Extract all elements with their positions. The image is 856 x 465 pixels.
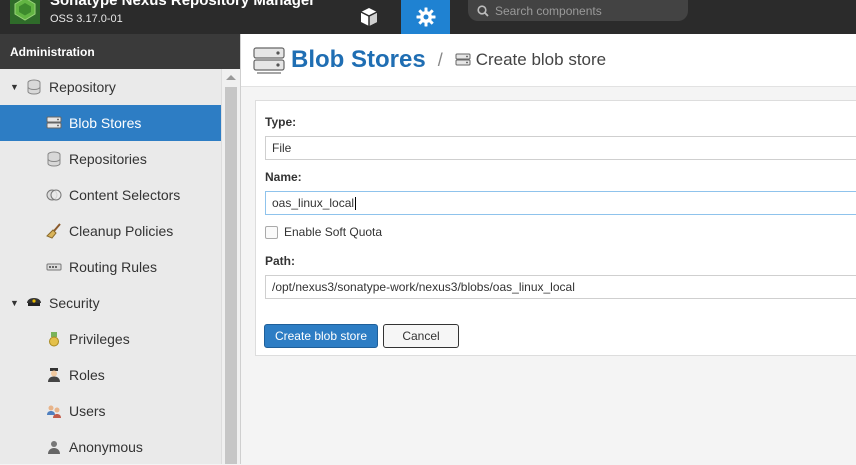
caret-down-icon[interactable]: ▼ xyxy=(10,298,20,308)
blob-store-icon xyxy=(253,46,285,74)
breadcrumb: Blob Stores / Create blob store xyxy=(241,34,856,87)
create-blob-store-form: Type: File Name: oas_linux_local Enable … xyxy=(255,100,856,356)
users-icon xyxy=(46,403,62,419)
sidebar-item-cleanup-policies[interactable]: Cleanup Policies xyxy=(0,213,221,249)
sidebar-item-label: Repository xyxy=(49,79,116,95)
administration-button[interactable] xyxy=(401,0,450,34)
blob-store-icon xyxy=(46,115,62,131)
role-icon xyxy=(46,367,62,383)
caret-down-icon[interactable]: ▼ xyxy=(10,82,20,92)
sidebar-item-label: Blob Stores xyxy=(69,115,142,131)
cancel-button[interactable]: Cancel xyxy=(383,324,459,348)
database-icon xyxy=(46,151,62,167)
app-version: OSS 3.17.0-01 xyxy=(50,13,123,25)
sidebar-scrollbar[interactable] xyxy=(221,69,240,464)
sidebar-item-security[interactable]: ▼ Security xyxy=(0,285,221,321)
sidebar-item-anonymous[interactable]: Anonymous xyxy=(0,429,221,465)
sidebar-item-label: Cleanup Policies xyxy=(69,223,174,239)
browse-button[interactable] xyxy=(352,0,386,34)
scrollbar-thumb[interactable] xyxy=(225,87,237,464)
page-subtitle: Create blob store xyxy=(475,50,607,69)
text-cursor xyxy=(355,196,357,210)
medal-icon xyxy=(46,331,62,347)
sidebar-item-repository[interactable]: ▼ Repository xyxy=(0,69,221,105)
create-blob-store-button[interactable]: Create blob store xyxy=(264,324,378,348)
sidebar-item-roles[interactable]: Roles xyxy=(0,357,221,393)
database-icon xyxy=(26,79,42,95)
soft-quota-label[interactable]: Enable Soft Quota xyxy=(284,225,382,239)
cube-icon xyxy=(360,8,378,26)
broom-icon xyxy=(46,223,62,239)
blob-store-icon xyxy=(455,52,471,68)
path-value: /opt/nexus3/sonatype-work/nexus3/blobs/o… xyxy=(272,280,575,294)
sidebar-item-label: Routing Rules xyxy=(69,259,157,275)
sidebar-heading: Administration xyxy=(0,34,240,69)
routing-icon xyxy=(46,259,62,275)
path-label: Path: xyxy=(265,254,295,268)
sidebar-item-routing-rules[interactable]: Routing Rules xyxy=(0,249,221,285)
name-input[interactable]: oas_linux_local xyxy=(265,191,856,215)
app-title: Sonatype Nexus Repository Manager xyxy=(50,0,316,9)
sidebar-item-label: Roles xyxy=(69,367,105,383)
page-title[interactable]: Blob Stores xyxy=(291,46,426,74)
search-icon xyxy=(477,4,489,17)
sidebar-item-content-selectors[interactable]: Content Selectors xyxy=(0,177,221,213)
type-select[interactable]: File xyxy=(265,136,856,160)
top-header: Sonatype Nexus Repository Manager OSS 3.… xyxy=(0,0,856,34)
sidebar-item-repositories[interactable]: Repositories xyxy=(0,141,221,177)
scroll-up-arrow-icon[interactable] xyxy=(226,75,236,80)
sidebar-item-label: Security xyxy=(49,295,100,311)
police-hat-icon xyxy=(26,295,42,311)
sidebar-item-users[interactable]: Users xyxy=(0,393,221,429)
path-input[interactable]: /opt/nexus3/sonatype-work/nexus3/blobs/o… xyxy=(265,275,856,299)
sidebar-item-label: Users xyxy=(69,403,106,419)
sidebar-item-label: Content Selectors xyxy=(69,187,181,203)
sidebar-nav: ▼ Repository Blob Stores Repositories Co… xyxy=(0,69,221,465)
type-value: File xyxy=(272,141,292,155)
name-value: oas_linux_local xyxy=(272,196,355,210)
breadcrumb-separator: / xyxy=(437,49,443,70)
sidebar-item-label: Anonymous xyxy=(69,439,143,455)
content-selector-icon xyxy=(46,187,62,203)
gear-icon xyxy=(416,7,435,27)
sidebar-item-label: Repositories xyxy=(69,151,147,167)
search-box[interactable] xyxy=(468,0,688,21)
sidebar-item-label: Privileges xyxy=(69,331,130,347)
sidebar: Administration ▼ Repository Blob Stores … xyxy=(0,34,241,464)
name-label: Name: xyxy=(265,170,302,184)
soft-quota-checkbox[interactable] xyxy=(265,225,278,239)
sidebar-item-blob-stores[interactable]: Blob Stores xyxy=(0,105,221,141)
sidebar-item-privileges[interactable]: Privileges xyxy=(0,321,221,357)
anonymous-icon xyxy=(46,439,62,455)
soft-quota-row[interactable]: Enable Soft Quota xyxy=(265,225,382,239)
nexus-logo-icon[interactable] xyxy=(10,0,40,24)
search-input[interactable] xyxy=(495,3,675,18)
type-label: Type: xyxy=(265,115,297,129)
